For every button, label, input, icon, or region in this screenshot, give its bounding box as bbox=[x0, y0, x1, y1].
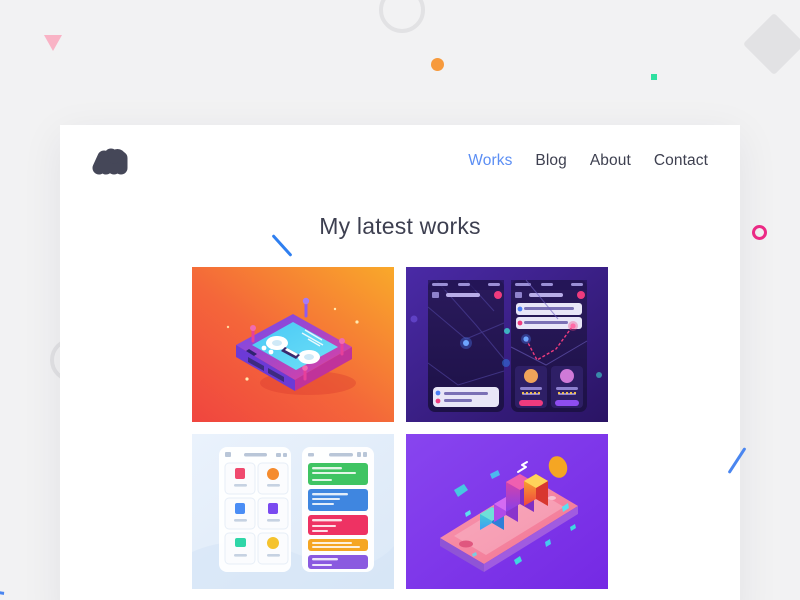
navigation-app-screens bbox=[406, 267, 608, 422]
cassette-tape-illustration bbox=[192, 267, 394, 422]
nav-item-blog[interactable]: Blog bbox=[535, 152, 566, 170]
work-card-analytics-phone[interactable] bbox=[406, 434, 608, 589]
nav-item-about[interactable]: About bbox=[590, 152, 631, 170]
site-header: Works Blog About Contact bbox=[60, 125, 740, 257]
circle-outline-top-decoration bbox=[379, 0, 425, 33]
work-card-notebook-app[interactable] bbox=[192, 434, 394, 589]
analytics-phone-illustration bbox=[406, 434, 608, 589]
page-card: Works Blog About Contact My latest works bbox=[60, 125, 740, 600]
m-monogram-logo[interactable] bbox=[90, 144, 144, 178]
blue-arc-decoration bbox=[0, 510, 57, 600]
pink-ring-decoration bbox=[752, 225, 767, 240]
green-square-decoration bbox=[651, 74, 657, 80]
notebook-app-screens bbox=[192, 434, 394, 589]
diamond-square-decoration bbox=[742, 12, 800, 76]
work-card-cassette-tape[interactable] bbox=[192, 267, 394, 422]
work-card-navigation-app[interactable] bbox=[406, 267, 608, 422]
nav-item-works[interactable]: Works bbox=[468, 152, 512, 170]
pink-triangle-decoration bbox=[44, 35, 62, 51]
main-navigation: Works Blog About Contact bbox=[468, 152, 708, 170]
page-title: My latest works bbox=[319, 213, 481, 239]
works-grid bbox=[60, 267, 740, 589]
nav-item-contact[interactable]: Contact bbox=[654, 152, 708, 170]
orange-dot-decoration bbox=[431, 58, 444, 71]
